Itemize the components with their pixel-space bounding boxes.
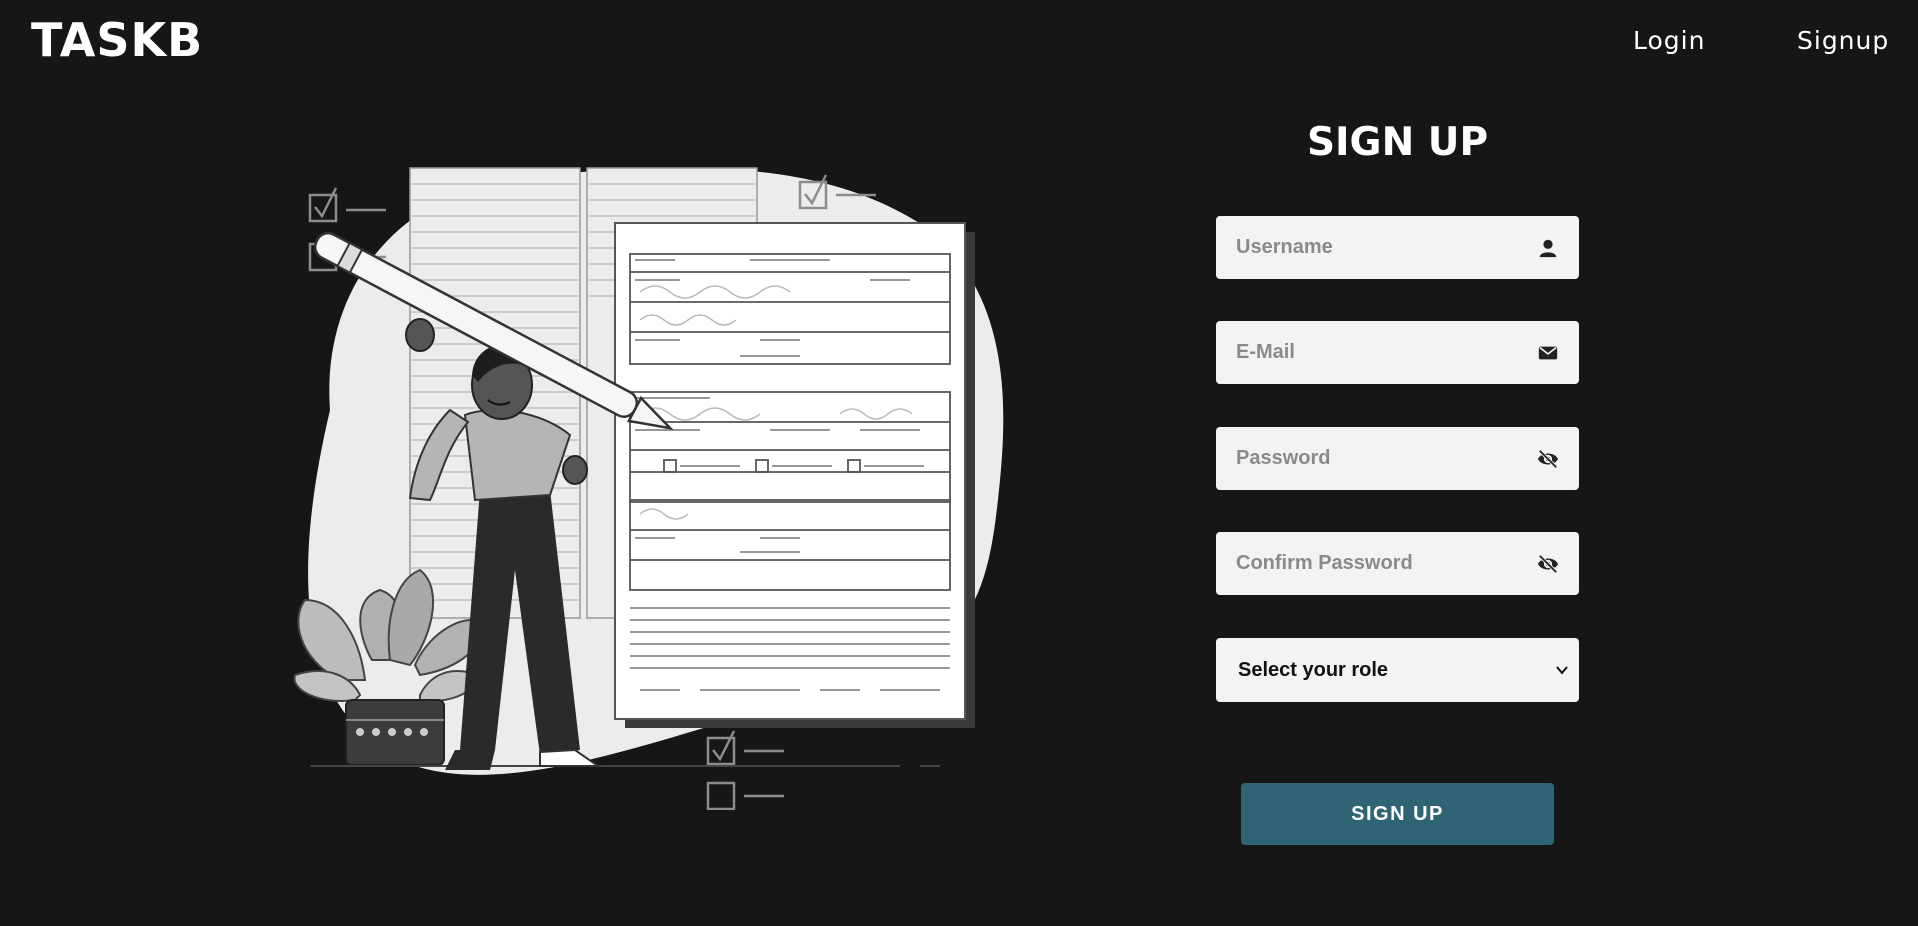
role-select-field[interactable]: Select your role <box>1216 638 1579 702</box>
role-select[interactable]: Select your role <box>1216 638 1579 702</box>
username-field[interactable] <box>1216 216 1579 279</box>
email-input[interactable] <box>1216 321 1536 384</box>
eye-slash-icon[interactable] <box>1537 448 1559 470</box>
person-with-pencil-and-form-illustration <box>293 167 1004 811</box>
signup-form: SIGN UP Username E-Mail Select your role… <box>1216 0 1579 926</box>
user-icon <box>1539 239 1557 258</box>
form-title: SIGN UP <box>1306 120 1489 165</box>
confirm-password-input[interactable] <box>1216 532 1536 595</box>
signup-illustration <box>280 160 1020 811</box>
envelope-icon <box>1538 346 1558 360</box>
username-input[interactable] <box>1216 216 1536 279</box>
nav-login-link[interactable]: Login <box>1633 26 1705 55</box>
email-field[interactable] <box>1216 321 1579 384</box>
eye-slash-icon[interactable] <box>1537 553 1559 575</box>
brand-logo[interactable]: TASKB <box>31 13 203 67</box>
password-field[interactable] <box>1216 427 1579 490</box>
confirm-password-field[interactable] <box>1216 532 1579 595</box>
nav-signup-link[interactable]: Signup <box>1797 26 1889 55</box>
password-input[interactable] <box>1216 427 1536 490</box>
top-nav: TASKB Login Signup <box>0 0 1918 84</box>
signup-submit-button[interactable]: SIGN UP <box>1241 783 1554 845</box>
